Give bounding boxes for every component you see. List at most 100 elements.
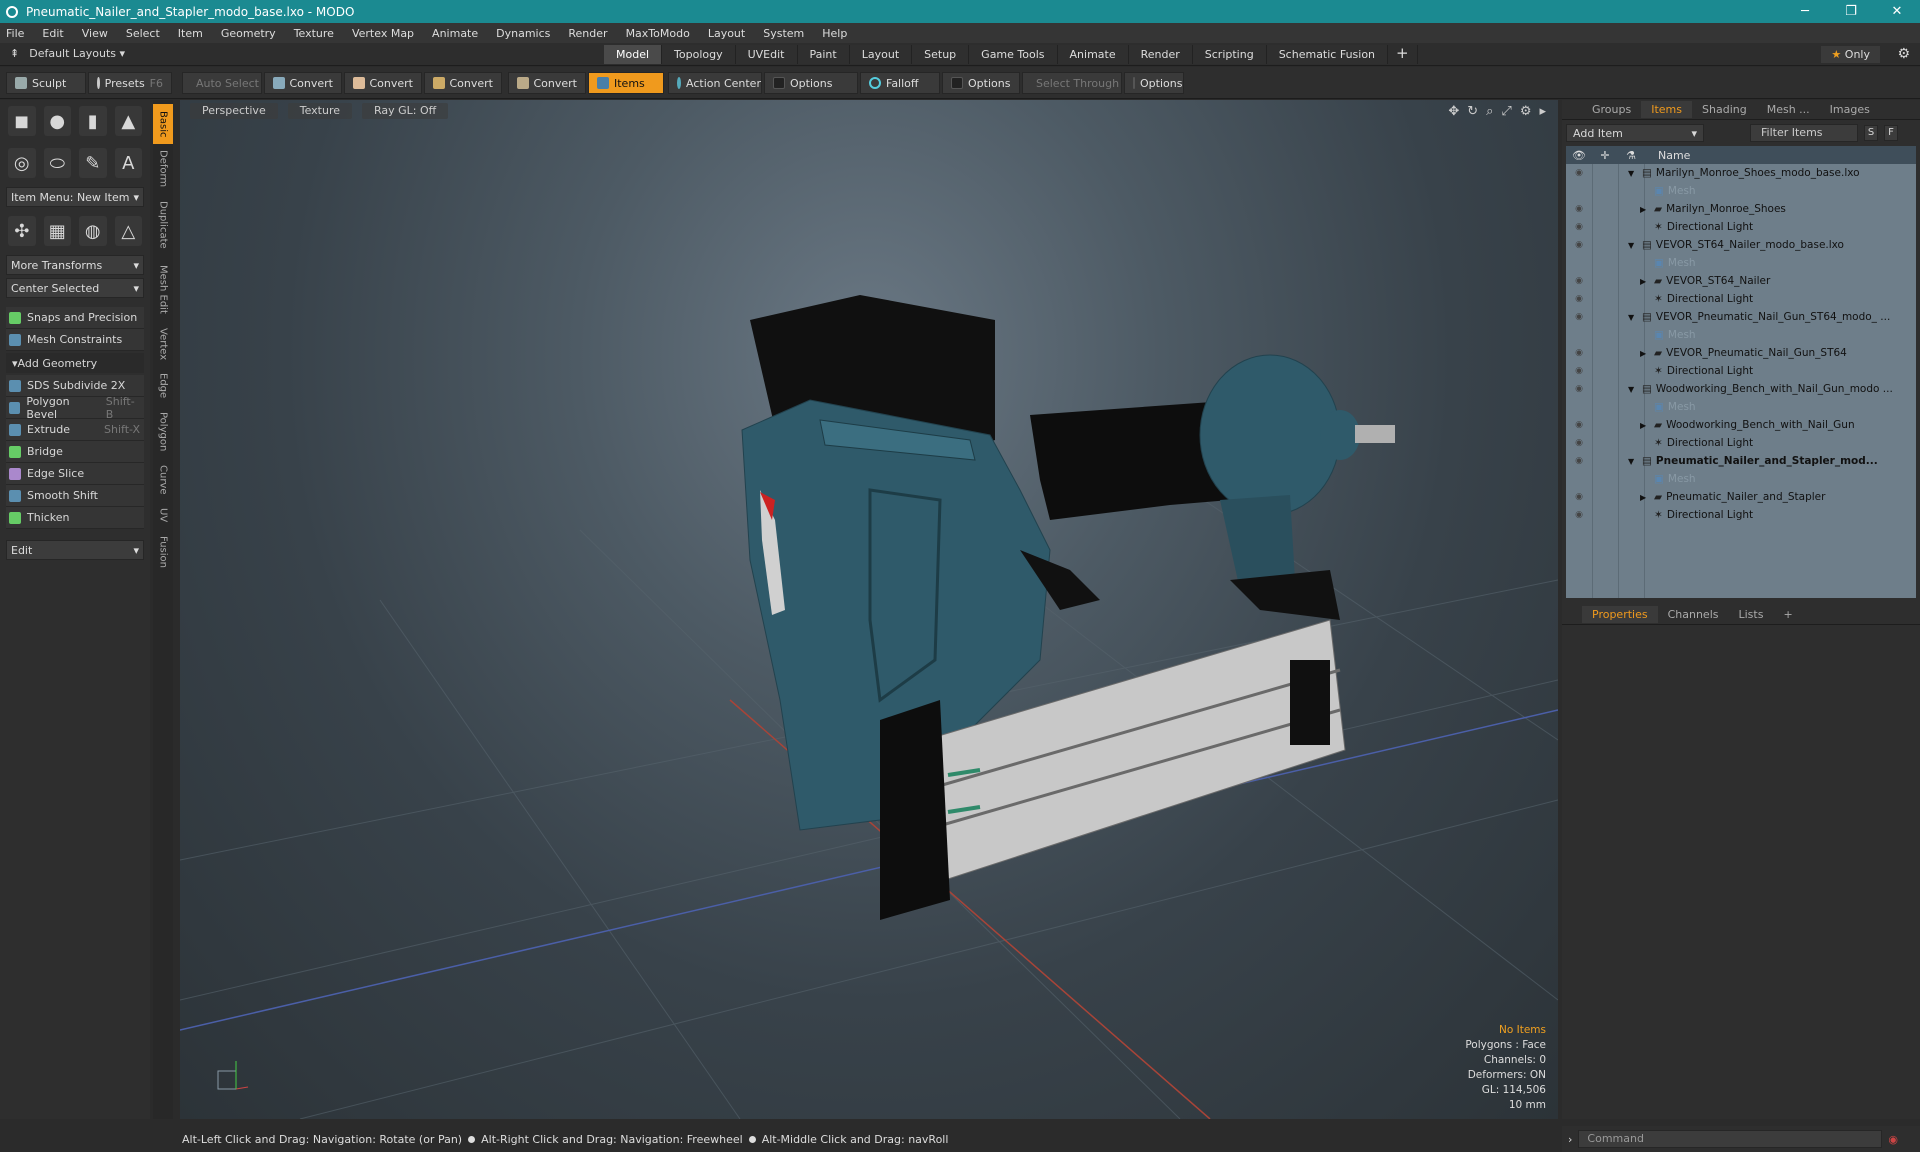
vtab-mesh-edit[interactable]: Mesh Edit [153, 258, 173, 320]
sphere-icon[interactable]: ● [43, 106, 71, 136]
globe-icon[interactable]: ◍ [79, 216, 107, 246]
tree-row[interactable]: ▣ Mesh [1566, 254, 1916, 272]
visibility-toggle-icon[interactable]: ◉ [1566, 276, 1592, 286]
vtab-curve[interactable]: Curve [153, 460, 173, 500]
center-selected-dropdown[interactable]: Center Selected ▾ [6, 278, 144, 298]
gear-icon[interactable]: ⚙ [1897, 46, 1910, 62]
render-icon[interactable]: ⚗ [1618, 149, 1644, 162]
cylinder-icon[interactable]: ▮ [79, 106, 107, 136]
3d-viewport[interactable]: Perspective Texture Ray GL: Off ✥ ↻ ⌕ ⤢ … [180, 100, 1558, 1119]
options-button-2[interactable]: Options [942, 72, 1020, 94]
transform-icon[interactable]: ✣ [8, 216, 36, 246]
text-icon[interactable]: A [114, 148, 142, 178]
mesh-constraints-button[interactable]: Mesh Constraints [6, 329, 144, 351]
tree-row[interactable]: ◉ ▶ ▰ Marilyn_Monroe_Shoes [1566, 200, 1916, 218]
tree-row[interactable]: ◉ ▼ ▤ Marilyn_Monroe_Shoes_modo_base.lxo [1566, 164, 1916, 182]
convert-vertices-button[interactable]: Convert [264, 72, 342, 94]
expand-icon[interactable]: ▶ [1640, 277, 1650, 286]
tab-render[interactable]: Render [1128, 45, 1193, 64]
tree-row[interactable]: ◉ ▶ ▰ Pneumatic_Nailer_and_Stapler [1566, 488, 1916, 506]
menu-dynamics[interactable]: Dynamics [496, 27, 550, 40]
menu-geometry[interactable]: Geometry [221, 27, 276, 40]
options-button-3[interactable]: Options [1124, 72, 1184, 94]
menu-view[interactable]: View [82, 27, 108, 40]
tree-row[interactable]: ◉ ✶ Directional Light [1566, 218, 1916, 236]
visibility-toggle-icon[interactable]: ◉ [1566, 240, 1592, 250]
filter-items-input[interactable]: Filter Items [1750, 124, 1858, 142]
tool-polygon-bevel[interactable]: Polygon Bevel Shift-B [6, 395, 144, 421]
rotate-view-icon[interactable]: ↻ [1467, 104, 1478, 119]
vtab-fusion[interactable]: Fusion [153, 530, 173, 574]
record-icon[interactable]: ◉ [1888, 1133, 1898, 1146]
vtab-polygon[interactable]: Polygon [153, 406, 173, 458]
default-layouts-dropdown[interactable]: Default Layouts ▾ [29, 47, 125, 60]
add-tab-button[interactable]: + [1773, 606, 1802, 623]
snaps-and-precision-button[interactable]: Snaps and Precision [6, 307, 144, 329]
visibility-toggle-icon[interactable]: ◉ [1566, 204, 1592, 214]
tree-row[interactable]: ◉ ▼ ▤ Woodworking_Bench_with_Nail_Gun_modo … [1566, 380, 1916, 398]
raygl-button[interactable]: Ray GL: Off [362, 103, 449, 119]
convert-edges-button[interactable]: Convert [344, 72, 422, 94]
visibility-toggle-icon[interactable]: ◉ [1566, 510, 1592, 520]
vtab-deform[interactable]: Deform [153, 146, 173, 192]
tree-row[interactable]: ▣ Mesh [1566, 398, 1916, 416]
expand-icon[interactable]: ▶ [1640, 493, 1650, 502]
visibility-toggle-icon[interactable]: ◉ [1566, 492, 1592, 502]
pyramid-icon[interactable]: △ [114, 216, 142, 246]
visibility-toggle-icon[interactable]: ◉ [1566, 438, 1592, 448]
only-toggle[interactable]: ★ Only [1821, 46, 1880, 63]
menu-texture[interactable]: Texture [294, 27, 334, 40]
f-toggle[interactable]: F [1884, 125, 1898, 141]
tab-items[interactable]: Items [1641, 101, 1693, 118]
tree-row[interactable]: ◉ ▶ ▰ VEVOR_Pneumatic_Nail_Gun_ST64 [1566, 344, 1916, 362]
tree-row[interactable]: ▣ Mesh [1566, 470, 1916, 488]
vtab-edge[interactable]: Edge [153, 368, 173, 404]
collapse-icon[interactable]: ▼ [1628, 241, 1638, 250]
convert-polygons-button[interactable]: Convert [424, 72, 502, 94]
vtab-vertex[interactable]: Vertex [153, 322, 173, 366]
zoom-icon[interactable]: ⌕ [1486, 104, 1493, 119]
item-menu-dropdown[interactable]: Item Menu: New Item ▾ [6, 187, 144, 207]
visibility-toggle-icon[interactable]: ◉ [1566, 456, 1592, 466]
tab-animate[interactable]: Animate [1057, 45, 1129, 64]
tab-images[interactable]: Images [1820, 101, 1880, 118]
tree-row[interactable]: ◉ ✶ Directional Light [1566, 362, 1916, 380]
tree-row[interactable]: ◉ ✶ Directional Light [1566, 290, 1916, 308]
add-geometry-section[interactable]: ▾ Add Geometry [6, 353, 144, 373]
tab-groups[interactable]: Groups [1582, 101, 1641, 118]
vtab-basic[interactable]: Basic [153, 104, 173, 144]
tool-edge-slice[interactable]: Edge Slice [6, 463, 144, 485]
visibility-toggle-icon[interactable]: ◉ [1566, 366, 1592, 376]
tab-scripting[interactable]: Scripting [1192, 45, 1267, 64]
tab-mesh[interactable]: Mesh ... [1757, 101, 1820, 118]
tool-thicken[interactable]: Thicken [6, 507, 144, 529]
shading-mode-button[interactable]: Texture [287, 103, 352, 119]
tree-row[interactable]: ◉ ▼ ▤ VEVOR_ST64_Nailer_modo_base.lxo [1566, 236, 1916, 254]
convert-materials-button[interactable]: Convert [508, 72, 586, 94]
tree-row[interactable]: ▣ Mesh [1566, 326, 1916, 344]
tab-paint[interactable]: Paint [797, 45, 850, 64]
menu-help[interactable]: Help [822, 27, 847, 40]
collapse-icon[interactable]: ▼ [1628, 313, 1638, 322]
tree-row[interactable]: ◉ ▼ ▤ VEVOR_Pneumatic_Nail_Gun_ST64_modo_ .… [1566, 308, 1916, 326]
visibility-toggle-icon[interactable]: ◉ [1566, 384, 1592, 394]
tab-setup[interactable]: Setup [912, 45, 970, 64]
tab-topology[interactable]: Topology [662, 45, 736, 64]
visibility-toggle-icon[interactable]: ◉ [1566, 312, 1592, 322]
menu-maxtomodo[interactable]: MaxToModo [626, 27, 690, 40]
visibility-toggle-icon[interactable]: ◉ [1566, 168, 1592, 178]
presets-button[interactable]: Presets F6 [88, 72, 172, 94]
more-transforms-dropdown[interactable]: More Transforms ▾ [6, 255, 144, 275]
tab-uvedit[interactable]: UVEdit [735, 45, 798, 64]
auto-select-button[interactable]: Auto Select [182, 72, 262, 94]
visibility-icon[interactable]: 👁 [1566, 149, 1592, 162]
pen-icon[interactable]: ✎ [79, 148, 107, 178]
falloff-button[interactable]: Falloff [860, 72, 940, 94]
visibility-toggle-icon[interactable]: ◉ [1566, 420, 1592, 430]
layout-expand-icon[interactable]: ⇞ [10, 47, 19, 60]
tool-extrude[interactable]: Extrude Shift-X [6, 419, 144, 441]
torus-icon[interactable]: ◎ [8, 148, 36, 178]
lock-icon[interactable]: ✛ [1592, 149, 1618, 162]
tab-game-tools[interactable]: Game Tools [969, 45, 1058, 64]
command-input[interactable]: Command [1578, 1130, 1883, 1148]
